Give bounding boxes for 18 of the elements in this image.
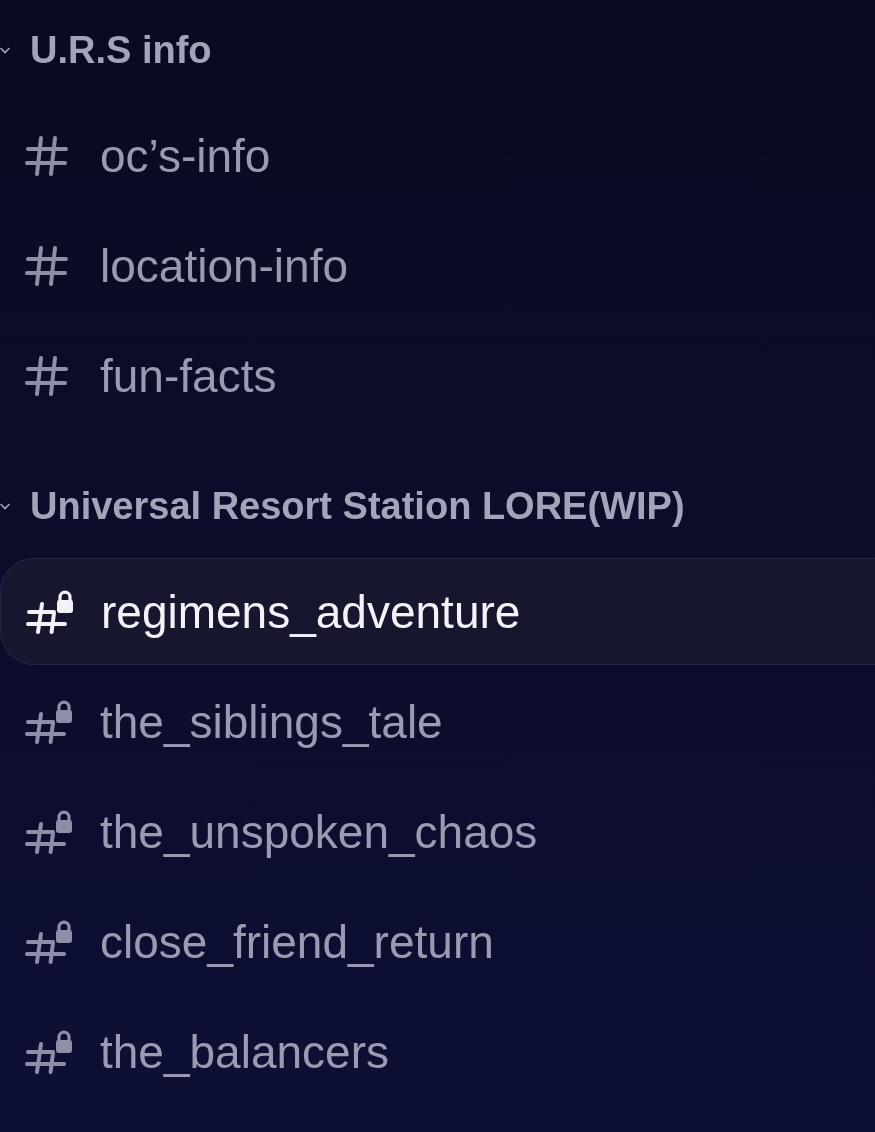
hash-icon (25, 245, 69, 286)
channel-item[interactable]: regimens_adventure (0, 558, 875, 665)
channel-item[interactable]: the_siblings_tale (0, 668, 875, 775)
locked-hash-icon (25, 1029, 73, 1074)
hash-icon (25, 135, 69, 176)
locked-hash-icon (25, 919, 73, 964)
locked-hash-icon (26, 589, 74, 634)
channel-item[interactable]: close_friend_return (0, 888, 875, 995)
category-header[interactable]: U.R.S info (0, 20, 212, 80)
channel-item[interactable]: location-info (0, 212, 875, 319)
category-header[interactable]: Universal Resort Station LORE(WIP) (0, 476, 685, 536)
channel-item[interactable]: the_balancers (0, 998, 875, 1105)
locked-hash-icon (25, 699, 73, 744)
locked-hash-icon (25, 809, 73, 854)
channel-item[interactable]: the_unspoken_chaos (0, 778, 875, 885)
channel-item[interactable]: oc’s-info (0, 102, 875, 209)
hash-icon (25, 355, 69, 396)
channel-item[interactable]: fun-facts (0, 322, 875, 429)
